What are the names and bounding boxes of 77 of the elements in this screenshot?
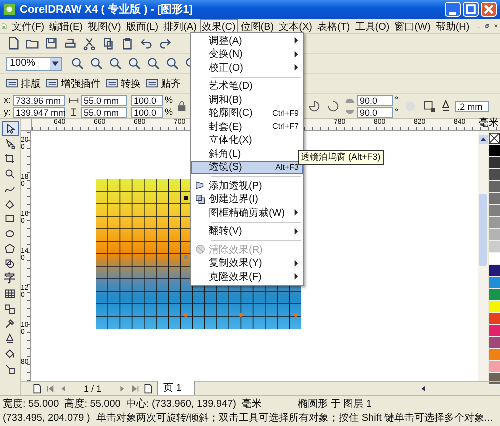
menu-item-label: 轮廓图(C) — [209, 106, 253, 120]
menu-item[interactable]: 窗口(W) — [392, 19, 433, 33]
page-tab[interactable]: 页 1 — [156, 381, 195, 396]
shortcut-label: Ctrl+F7 — [272, 122, 299, 132]
x-label: x: — [4, 95, 12, 105]
object-layer-info: 椭圆形 于 图层 1 — [298, 398, 372, 411]
width-field[interactable]: 55.0 mm — [81, 94, 128, 106]
plugin-button[interactable]: 贴齐 — [146, 76, 181, 90]
menu-item-label: 调整(A) — [209, 34, 242, 48]
menu-item-label: 添加透视(P) — [209, 180, 262, 193]
menu-item-label: 变换(N) — [209, 48, 243, 62]
menu-item[interactable]: 文本(X) — [277, 19, 314, 33]
ruler-unit: 毫米 — [479, 119, 499, 129]
cursor-coordinates: (733.495, 204.079 ) — [3, 412, 90, 424]
percent-label: % — [165, 107, 174, 117]
y-position-field[interactable]: 139.947 mm — [13, 106, 66, 118]
menu-item[interactable]: 编辑(E) — [48, 19, 85, 33]
menu-item-label: 清除效果(R) — [209, 244, 263, 257]
window-title: CorelDRAW X4 ( 专业版 ) - [图形1] — [20, 2, 193, 17]
menu-item[interactable]: 帮助(H) — [434, 19, 472, 33]
plugin-button[interactable]: 排版 — [6, 76, 41, 90]
page-counter: 1 / 1 — [84, 384, 102, 394]
menu-item-label: 透镜(S) — [209, 161, 242, 174]
menu-item[interactable]: 效果(C) — [200, 19, 238, 33]
percent-label: % — [165, 95, 174, 105]
menu-item[interactable]: 图框精确剪裁(W) — [191, 206, 303, 220]
menu-item[interactable]: 调和(B) — [191, 93, 303, 106]
menu-item[interactable]: 添加透视(P) — [191, 179, 303, 192]
x-position-field[interactable]: 733.96 mm — [13, 94, 66, 106]
status-hint: 单击对象两次可旋转/倾斜；双击工具可选择所有对象；按住 Shift 键单击可选择多个对象... — [96, 412, 493, 425]
menu-item[interactable]: 透镜(S) Alt+F3 — [191, 160, 303, 174]
degree-label: ° — [395, 95, 399, 105]
menu-item[interactable]: 排列(A) — [162, 19, 199, 33]
plugin-button[interactable]: 增强插件 — [46, 76, 101, 90]
end-angle-field[interactable]: 90.0 — [357, 106, 394, 118]
plugin-button[interactable]: 转换 — [106, 76, 141, 90]
menu-item[interactable]: 位图(B) — [238, 19, 276, 33]
menu-item[interactable]: 立体化(X) — [191, 134, 303, 147]
text-tool[interactable]: 字 — [2, 271, 18, 286]
zoom-level-combo[interactable]: 100% — [6, 56, 62, 70]
menu-item[interactable]: 封套(E) Ctrl+F7 — [191, 120, 303, 134]
shortcut-label: Alt+F3 — [276, 162, 299, 172]
menu-item-label: 艺术笔(D) — [209, 80, 253, 94]
menu-item[interactable]: 翻转(V) — [191, 224, 303, 238]
menu-item-label: 调和(B) — [209, 94, 242, 107]
y-label: y: — [4, 107, 12, 117]
menu-item-label: 翻转(V) — [209, 224, 242, 238]
menu-item[interactable]: 校正(O) — [191, 61, 303, 74]
menu-item[interactable]: 版面(L) — [124, 19, 161, 33]
menu-item-label: 图框精确剪裁(W) — [209, 206, 286, 220]
shortcut-label: Ctrl+F9 — [272, 108, 299, 118]
menu-item[interactable]: 创建边界(I) — [191, 192, 303, 206]
menu-item-label: 创建边界(I) — [209, 192, 258, 206]
menu-item[interactable]: 视图(V) — [86, 19, 124, 33]
object-size-info: 宽度: 55.000 高度: 55.000 中心: (733.960, 139.947) 毫米 — [3, 398, 262, 411]
menu-item[interactable]: 变换(N) — [191, 48, 303, 61]
menu-item[interactable]: 表格(T) — [315, 19, 352, 33]
menu-item[interactable]: 轮廓图(C) Ctrl+F9 — [191, 106, 303, 120]
menu-item-label: 立体化(X) — [209, 134, 252, 148]
menu-item-label: 校正(O) — [209, 62, 244, 75]
start-angle-field[interactable]: 90.0 — [357, 94, 394, 106]
menu-item[interactable]: 复制效果(Y) — [191, 256, 303, 270]
tooltip: 透镜泊坞窗 (Alt+F3) — [298, 150, 384, 165]
menu-item[interactable]: 艺术笔(D) — [191, 80, 303, 93]
menu-item[interactable]: 文件(F) — [10, 19, 47, 33]
outline-width-field[interactable]: .2 mm — [454, 100, 489, 112]
menu-item-label: 封套(E) — [209, 120, 242, 134]
scale-y-field[interactable]: 100.0 — [131, 106, 164, 118]
menu-item-label: 斜角(L) — [209, 148, 242, 161]
degree-label: ° — [395, 107, 399, 117]
height-field[interactable]: 55.0 mm — [81, 106, 128, 118]
menu-item[interactable]: 克隆效果(F) — [191, 270, 303, 284]
scale-x-field[interactable]: 100.0 — [131, 94, 164, 106]
menu-item-label: 克隆效果(F) — [209, 270, 262, 284]
menu-item-label: 复制效果(Y) — [209, 256, 262, 270]
menu-item[interactable]: 工具(O) — [353, 19, 392, 33]
menu-item[interactable]: 调整(A) — [191, 34, 303, 48]
